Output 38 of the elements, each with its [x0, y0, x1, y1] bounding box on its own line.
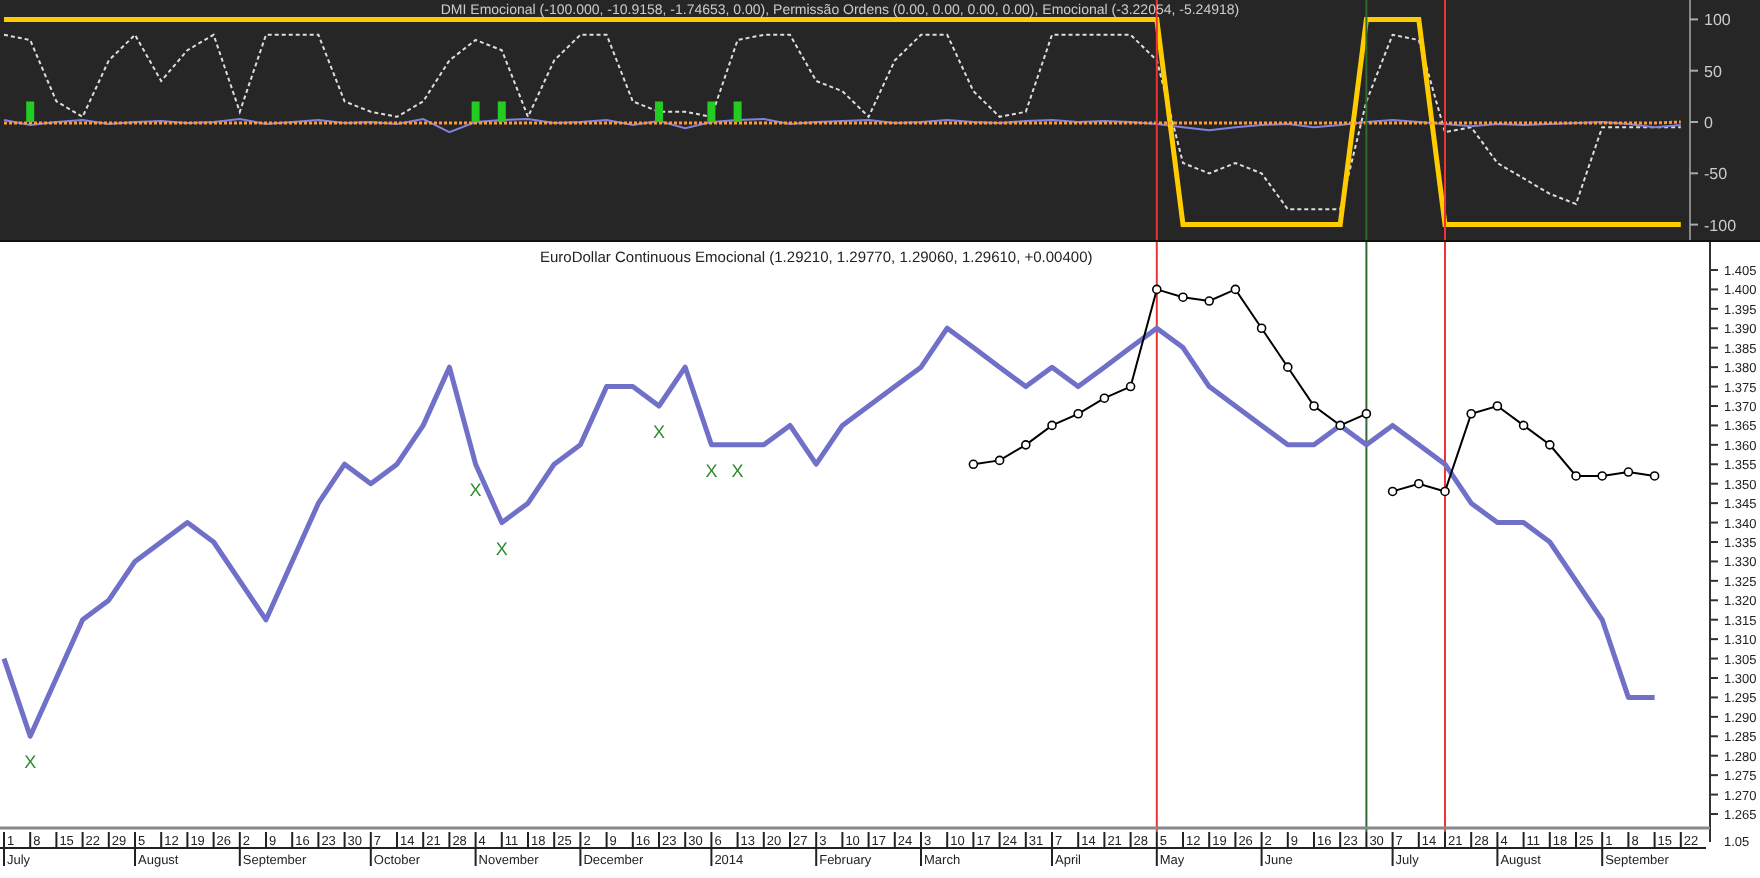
point: [1283, 362, 1293, 372]
signal-mark: X: [24, 752, 37, 773]
point: [1440, 486, 1450, 497]
point: [1518, 420, 1529, 431]
point: [1204, 296, 1214, 306]
point: [1466, 408, 1476, 419]
point: [1309, 401, 1319, 411]
point: [968, 459, 979, 470]
point: [994, 455, 1005, 466]
point: [1073, 408, 1083, 419]
point: [1623, 467, 1634, 477]
point: [1545, 440, 1555, 450]
point: [1047, 420, 1057, 431]
axis-tick-label: -50: [1704, 165, 1728, 184]
axis-tick-label: -100: [1704, 216, 1737, 235]
point: [1414, 478, 1424, 489]
point: [1021, 440, 1031, 450]
point: [1387, 486, 1398, 497]
point: [1230, 284, 1241, 295]
point: [1152, 284, 1162, 295]
signal-mark: X: [705, 460, 718, 481]
axis-tick-label: 0: [1704, 114, 1713, 132]
point: [1178, 292, 1188, 302]
axis-tick-label: 50: [1704, 62, 1722, 81]
point: [1492, 401, 1503, 411]
point: [1571, 471, 1581, 481]
point: [1256, 323, 1267, 334]
signal-mark: X: [731, 460, 744, 481]
signal-mark: X: [495, 538, 508, 559]
point: [1649, 471, 1660, 481]
axis-tick-label: 100: [1704, 11, 1731, 30]
point: [1335, 420, 1345, 431]
point: [1597, 471, 1607, 481]
signal-mark: X: [469, 480, 482, 501]
point: [1361, 408, 1372, 419]
point: [1099, 393, 1110, 404]
point: [1125, 381, 1136, 392]
signal-mark: X: [653, 422, 665, 442]
